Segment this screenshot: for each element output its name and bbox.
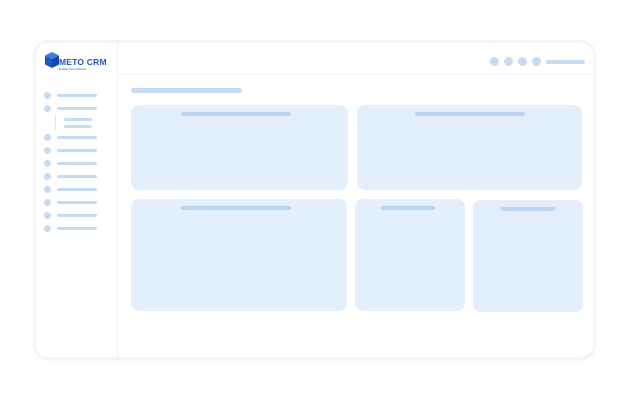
nav-label-placeholder bbox=[57, 175, 97, 178]
nav-dot-icon bbox=[44, 160, 51, 167]
sidebar-item-3[interactable] bbox=[44, 134, 104, 142]
nav-dot-icon bbox=[44, 173, 51, 180]
logo-tagline: Modular Travel Software bbox=[59, 68, 87, 71]
sidebar-item-2[interactable] bbox=[44, 105, 104, 113]
header-action-icon[interactable] bbox=[490, 57, 499, 66]
sidebar-item-4[interactable] bbox=[44, 147, 104, 155]
app-window: METO CRM Modular Travel Software bbox=[36, 43, 593, 357]
nav-dot-icon bbox=[44, 92, 51, 99]
page-title-placeholder bbox=[131, 88, 242, 93]
dashboard-card-2[interactable] bbox=[357, 105, 582, 190]
submenu-item-1[interactable] bbox=[64, 118, 92, 121]
card-title-placeholder bbox=[181, 112, 291, 116]
dashboard-card-4[interactable] bbox=[355, 199, 465, 311]
nav-dot-icon bbox=[44, 212, 51, 219]
sidebar-item-7[interactable] bbox=[44, 186, 104, 194]
nav-label-placeholder bbox=[57, 201, 97, 204]
sidebar-item-5[interactable] bbox=[44, 160, 104, 168]
nav-dot-icon bbox=[44, 225, 51, 232]
nav-dot-icon bbox=[44, 186, 51, 193]
logo-text: METO CRM bbox=[59, 57, 107, 67]
card-title-placeholder bbox=[181, 206, 291, 210]
nav-label-placeholder bbox=[57, 136, 97, 139]
nav-dot-icon bbox=[44, 105, 51, 112]
logo[interactable]: METO CRM Modular Travel Software bbox=[44, 51, 110, 73]
header-action-icon[interactable] bbox=[532, 57, 541, 66]
sidebar-submenu bbox=[55, 115, 95, 131]
cube-logo-icon bbox=[45, 52, 59, 68]
nav-dot-icon bbox=[44, 134, 51, 141]
topbar bbox=[119, 43, 593, 75]
sidebar: METO CRM Modular Travel Software bbox=[36, 43, 118, 357]
dashboard-card-1[interactable] bbox=[131, 105, 348, 190]
card-title-placeholder bbox=[501, 207, 555, 211]
nav-label-placeholder bbox=[57, 214, 97, 217]
nav-label-placeholder bbox=[57, 107, 97, 110]
nav-label-placeholder bbox=[57, 149, 97, 152]
header-action-icon[interactable] bbox=[518, 57, 527, 66]
nav-dot-icon bbox=[44, 147, 51, 154]
sidebar-item-8[interactable] bbox=[44, 199, 104, 207]
nav-label-placeholder bbox=[57, 227, 97, 230]
nav-label-placeholder bbox=[57, 188, 97, 191]
sidebar-item-10[interactable] bbox=[44, 225, 104, 233]
dashboard-card-5[interactable] bbox=[473, 200, 583, 312]
sidebar-item-1[interactable] bbox=[44, 92, 104, 100]
header-action-icon[interactable] bbox=[504, 57, 513, 66]
dashboard-card-3[interactable] bbox=[131, 199, 347, 311]
card-title-placeholder bbox=[381, 206, 435, 210]
nav-dot-icon bbox=[44, 199, 51, 206]
nav-label-placeholder bbox=[57, 162, 97, 165]
user-menu-placeholder[interactable] bbox=[546, 60, 585, 64]
card-title-placeholder bbox=[415, 112, 525, 116]
submenu-item-2[interactable] bbox=[64, 125, 92, 128]
sidebar-item-6[interactable] bbox=[44, 173, 104, 181]
sidebar-item-9[interactable] bbox=[44, 212, 104, 220]
nav-label-placeholder bbox=[57, 94, 97, 97]
